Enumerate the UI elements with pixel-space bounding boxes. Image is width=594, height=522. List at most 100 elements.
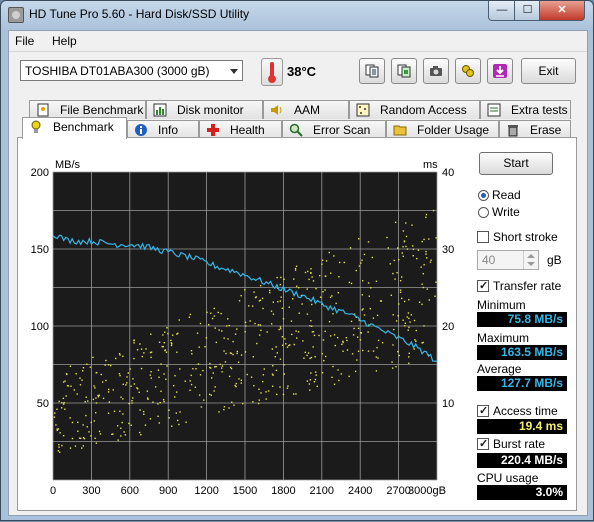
access-time-point xyxy=(294,269,297,271)
access-time-point xyxy=(136,387,138,389)
access-time-point xyxy=(397,303,400,305)
write-radio[interactable] xyxy=(478,207,489,218)
access-time-point xyxy=(295,330,297,332)
access-time-point xyxy=(83,437,86,440)
access-time-point xyxy=(249,320,251,322)
access-time-point xyxy=(218,329,220,331)
access-time-point xyxy=(163,341,166,344)
access-time-point xyxy=(223,350,225,352)
access-time-point xyxy=(210,377,213,379)
access-time-point xyxy=(272,365,274,367)
transfer-rate-checkbox[interactable] xyxy=(477,279,489,292)
access-time-point xyxy=(82,370,84,372)
access-time-point xyxy=(315,374,317,376)
access-time-point xyxy=(428,299,430,301)
access-time-point xyxy=(338,261,341,264)
access-time-point xyxy=(372,317,375,319)
access-time-point xyxy=(402,246,404,248)
access-time-point xyxy=(409,321,411,323)
access-time-label: Access time xyxy=(493,404,558,418)
access-time-point xyxy=(69,447,72,449)
access-time-point xyxy=(306,288,308,290)
access-time-point xyxy=(386,236,388,239)
access-time-point xyxy=(368,295,370,297)
access-time-point xyxy=(397,315,399,317)
access-time-point xyxy=(221,330,223,332)
access-time-point xyxy=(157,403,159,405)
access-time-point xyxy=(189,313,192,316)
access-time-point xyxy=(101,381,104,383)
access-time-point xyxy=(238,300,241,302)
access-time-point xyxy=(274,356,276,358)
read-radio[interactable] xyxy=(478,190,489,201)
access-time-point xyxy=(121,421,123,424)
access-time-point xyxy=(70,385,72,387)
tab-benchmark[interactable]: Benchmark xyxy=(22,117,127,139)
access-time-point xyxy=(412,245,414,247)
access-time-point xyxy=(392,328,395,331)
access-time-point xyxy=(324,289,326,291)
access-time-point xyxy=(311,276,313,278)
access-time-point xyxy=(281,307,284,309)
access-time-point xyxy=(198,346,200,348)
access-time-point xyxy=(281,336,283,338)
access-time-point xyxy=(321,372,324,374)
access-time-point xyxy=(435,281,437,283)
access-time-point xyxy=(360,262,362,264)
access-time-point xyxy=(102,397,105,400)
access-time-point xyxy=(244,331,246,333)
access-time-point xyxy=(150,356,152,359)
access-time-point xyxy=(360,332,362,334)
spinner-arrows-icon[interactable] xyxy=(523,251,538,269)
access-time-point xyxy=(74,445,77,447)
access-time-checkbox[interactable] xyxy=(477,404,489,417)
access-time-point xyxy=(223,408,225,411)
access-time-point xyxy=(421,303,423,306)
access-time-point xyxy=(62,397,65,400)
access-time-point xyxy=(308,278,310,281)
access-time-point xyxy=(430,259,432,261)
access-time-point xyxy=(396,271,398,274)
access-time-point xyxy=(412,254,414,257)
access-time-point xyxy=(194,386,197,388)
burst-rate-checkbox[interactable] xyxy=(477,437,489,450)
access-time-point xyxy=(220,367,223,369)
short-stroke-checkbox[interactable] xyxy=(477,231,489,243)
access-time-point xyxy=(311,303,313,306)
access-time-point xyxy=(235,382,237,385)
access-time-point xyxy=(200,406,203,408)
access-time-point xyxy=(333,255,335,257)
y-left-tick-label: 50 xyxy=(37,398,49,410)
access-time-point xyxy=(244,351,247,353)
access-time-point xyxy=(283,278,285,280)
access-time-point xyxy=(197,363,200,365)
burst-rate-value: 220.4 MB/s xyxy=(477,453,567,468)
access-time-point xyxy=(370,287,372,289)
access-time-point xyxy=(408,352,410,354)
access-time-point xyxy=(215,341,218,344)
access-time-point xyxy=(227,318,229,320)
access-time-point xyxy=(163,373,165,375)
access-time-point xyxy=(371,256,374,259)
access-time-point xyxy=(105,379,107,382)
access-time-point xyxy=(311,331,314,333)
access-time-point xyxy=(213,307,215,310)
access-time-point xyxy=(398,354,400,357)
access-time-point xyxy=(160,363,162,365)
y-right-tick-label: 30 xyxy=(442,244,454,256)
start-button[interactable]: Start xyxy=(479,152,553,175)
access-time-point xyxy=(95,402,98,404)
maximum-label: Maximum xyxy=(477,331,530,345)
access-time-point xyxy=(284,338,286,340)
access-time-point xyxy=(392,314,394,316)
access-time-point xyxy=(414,339,416,341)
access-time-point xyxy=(309,325,311,327)
access-time-point xyxy=(99,433,102,435)
access-time-point xyxy=(293,278,295,280)
access-time-point xyxy=(361,259,363,261)
access-time-point xyxy=(375,356,378,358)
average-value: 127.7 MB/s xyxy=(477,376,567,391)
access-time-point xyxy=(422,272,425,275)
short-stroke-spinner[interactable]: 40 xyxy=(477,250,539,270)
access-time-point xyxy=(313,381,316,383)
